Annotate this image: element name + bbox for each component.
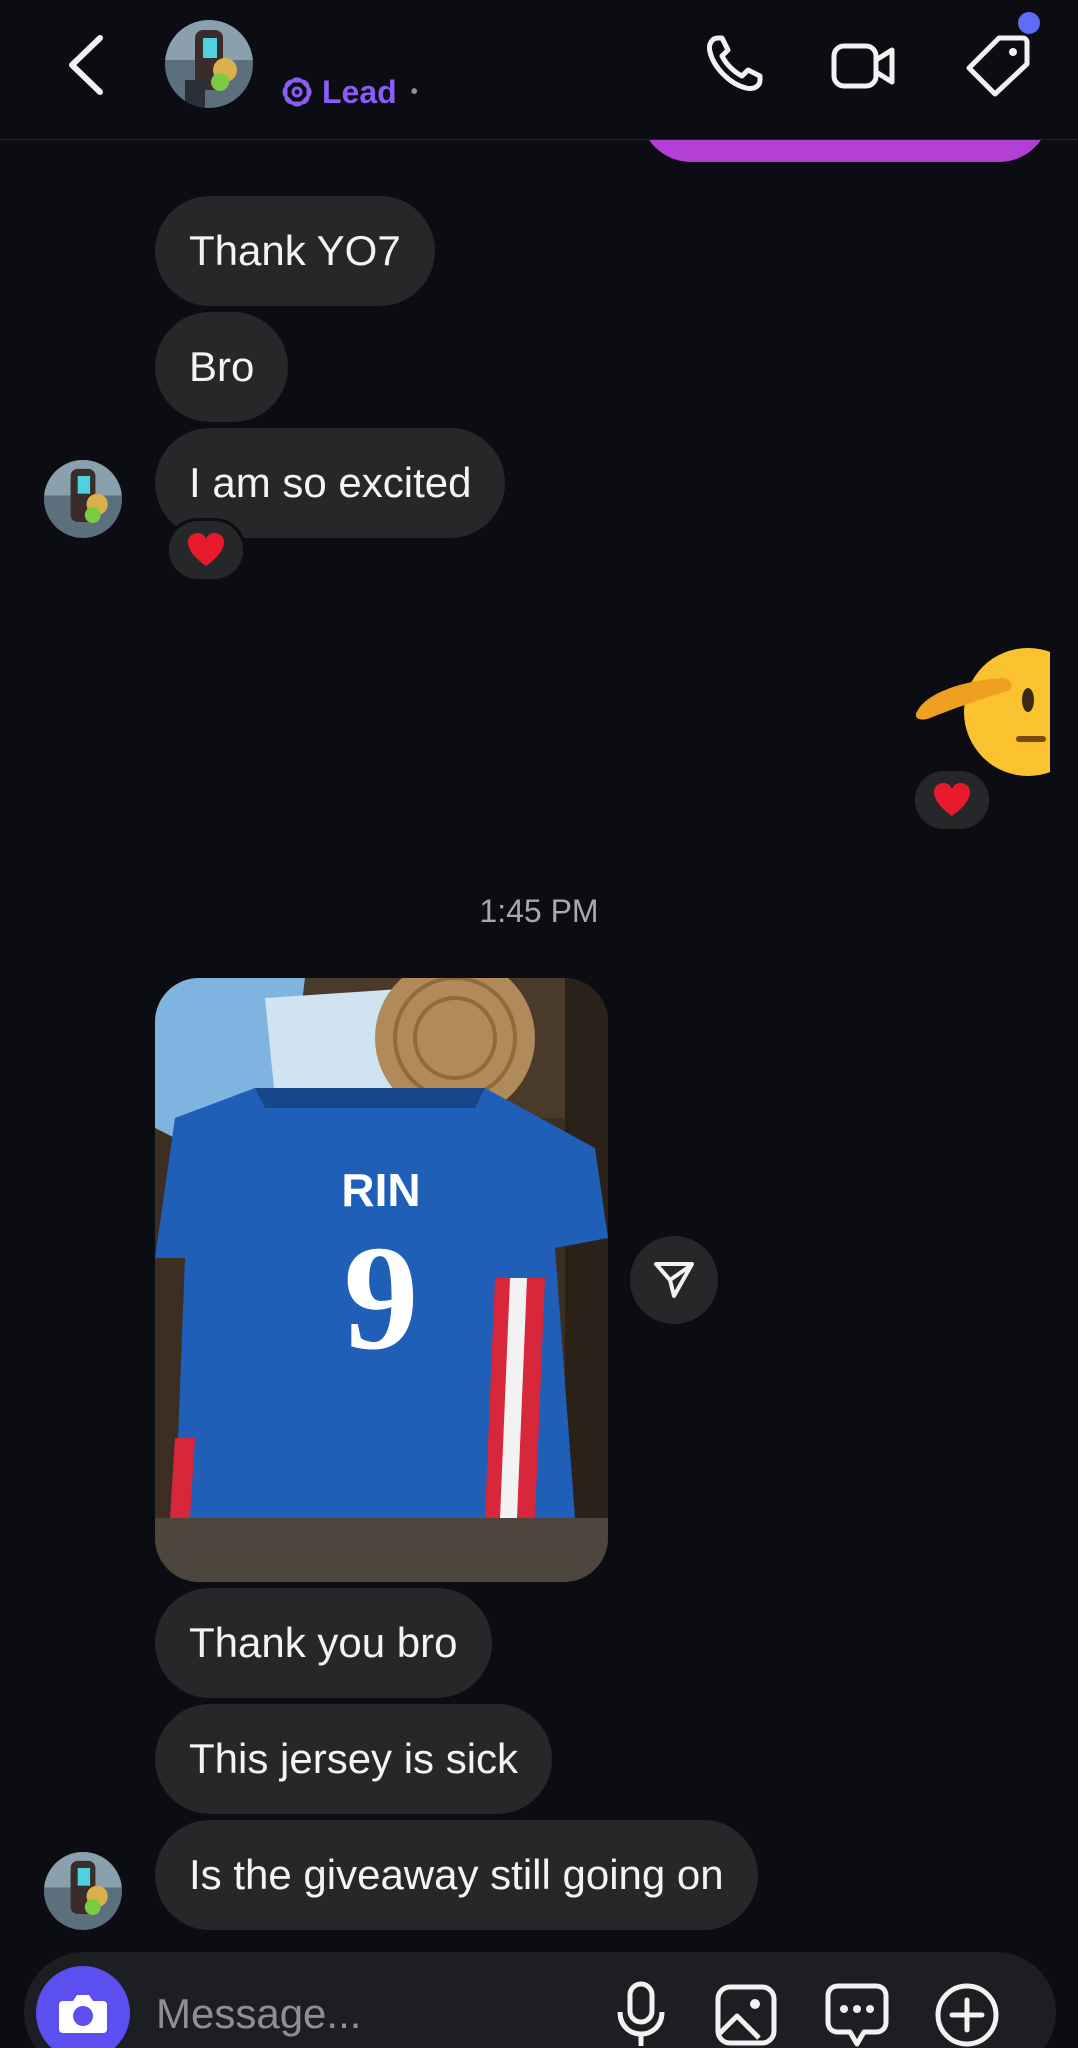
microphone-icon[interactable] — [608, 1980, 674, 2048]
heart-reaction[interactable] — [166, 518, 246, 582]
phone-icon[interactable] — [700, 32, 766, 98]
chat-header: Lead • — [0, 0, 1078, 140]
video-icon[interactable] — [830, 32, 896, 98]
jersey-name: RIN — [341, 1164, 420, 1216]
heart-reaction[interactable] — [912, 768, 992, 832]
sender-avatar[interactable] — [44, 460, 122, 538]
message-text: Thank you bro — [189, 1619, 458, 1666]
tag-icon[interactable] — [965, 32, 1031, 98]
add-icon[interactable] — [934, 1980, 1000, 2048]
lead-label-group[interactable]: Lead • — [282, 72, 418, 112]
timestamp: 1:45 PM — [479, 893, 599, 929]
chat-bubble-icon[interactable] — [824, 1980, 890, 2048]
heart-icon — [188, 533, 224, 566]
message-text: I am so excited — [189, 459, 472, 506]
salute-emoji-icon[interactable] — [910, 640, 1050, 780]
lead-icon — [282, 77, 312, 107]
received-message[interactable]: This jersey is sick — [155, 1704, 553, 1814]
message-text: This jersey is sick — [189, 1735, 519, 1782]
notification-dot — [1018, 12, 1040, 34]
sender-avatar[interactable] — [44, 1852, 122, 1930]
message-text: Thank YO7 — [189, 227, 401, 274]
message-text: Bro — [189, 343, 255, 390]
send-icon — [654, 1262, 694, 1298]
message-text: Is the giveaway still going on — [189, 1851, 724, 1898]
received-message[interactable]: Thank YO7 — [155, 196, 435, 306]
share-button[interactable] — [630, 1236, 718, 1324]
heart-icon — [934, 783, 970, 816]
received-message[interactable]: Is the giveaway still going on — [155, 1820, 758, 1930]
jersey-number: 9 — [344, 1215, 419, 1381]
photo-message[interactable]: RIN 9 — [155, 978, 608, 1582]
received-message[interactable]: Bro — [155, 312, 289, 422]
camera-icon — [59, 1995, 107, 2033]
avatar[interactable] — [165, 20, 253, 108]
gallery-icon[interactable] — [713, 1980, 779, 2048]
lead-label: Lead — [322, 73, 397, 110]
message-input[interactable] — [156, 1976, 576, 2048]
back-icon[interactable] — [62, 32, 112, 98]
received-message[interactable]: Thank you bro — [155, 1588, 492, 1698]
separator-dot: • — [410, 80, 418, 103]
